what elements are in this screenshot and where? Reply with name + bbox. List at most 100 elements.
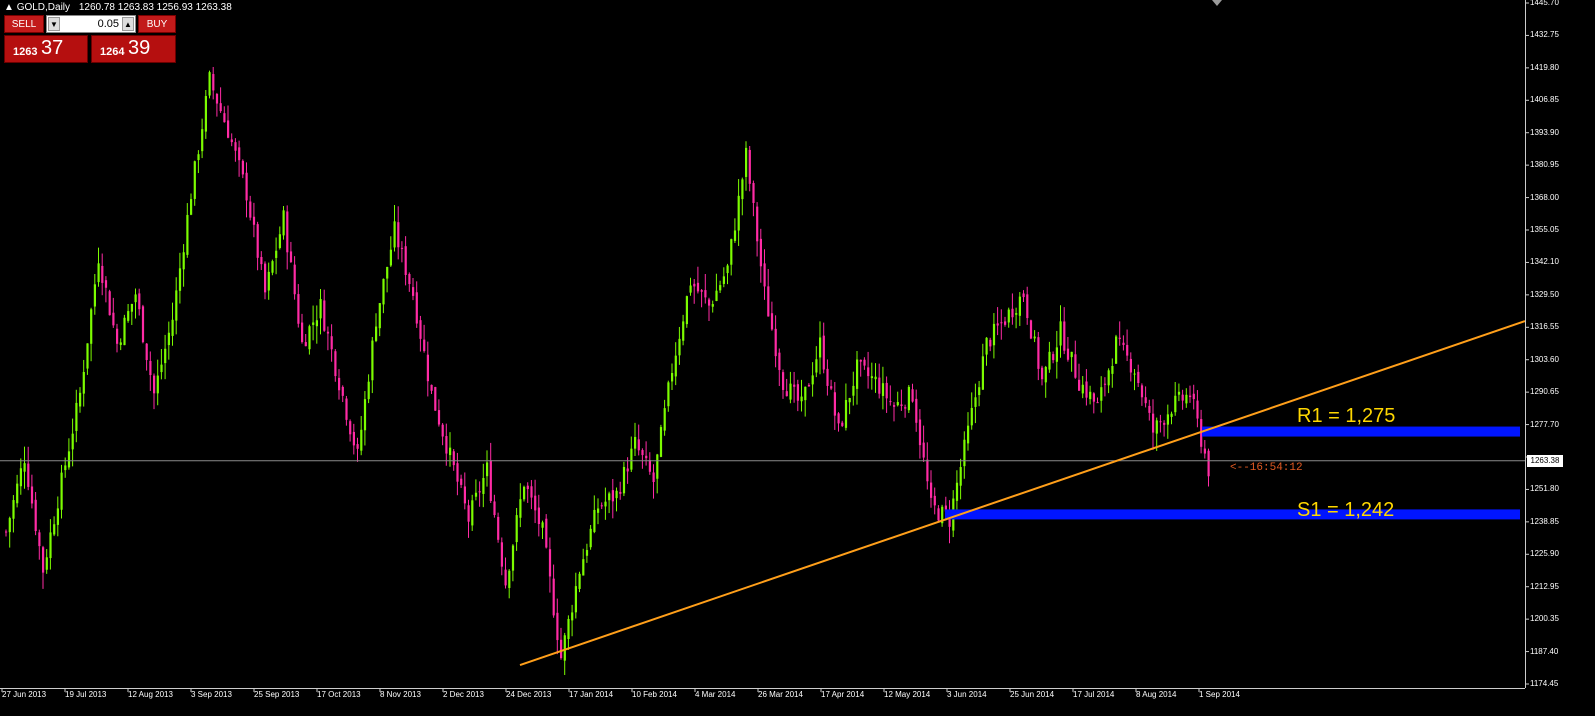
candle-body bbox=[563, 635, 566, 661]
candle-body bbox=[330, 336, 333, 350]
candle-body bbox=[926, 459, 929, 482]
candle-body bbox=[182, 252, 185, 270]
candle-body bbox=[863, 359, 866, 366]
candle-body bbox=[1052, 354, 1055, 361]
sell-button[interactable]: SELL bbox=[4, 15, 44, 33]
candle-body bbox=[378, 303, 381, 329]
candle-body bbox=[493, 501, 496, 516]
candle-body bbox=[42, 547, 45, 573]
time-tick-label: 8 Aug 2014 bbox=[1136, 690, 1177, 699]
candle-body bbox=[778, 352, 781, 371]
candle-body bbox=[667, 382, 670, 407]
candle-body bbox=[178, 268, 182, 291]
buy-button[interactable]: BUY bbox=[138, 15, 176, 33]
collapse-triangle-icon[interactable]: ▲ bbox=[4, 2, 14, 13]
time-tick-label: 17 Jul 2014 bbox=[1073, 690, 1115, 699]
candle-body bbox=[208, 72, 211, 96]
candle-body bbox=[1133, 373, 1136, 375]
candle-body bbox=[256, 224, 259, 258]
candle-body bbox=[156, 375, 159, 394]
support-zone[interactable] bbox=[945, 509, 1520, 520]
candle-body bbox=[696, 282, 700, 292]
candle-body bbox=[482, 478, 485, 494]
candle-body bbox=[119, 342, 122, 345]
candle-body bbox=[970, 407, 973, 426]
time-tick-label: 17 Jan 2014 bbox=[569, 690, 614, 699]
candle-body bbox=[212, 74, 215, 91]
candle-body bbox=[8, 518, 11, 533]
candle-body bbox=[297, 294, 300, 324]
candle-body bbox=[619, 491, 622, 494]
sell-price-button[interactable]: 1263 37 bbox=[4, 35, 88, 63]
candle-body bbox=[467, 505, 470, 522]
candle-body bbox=[530, 486, 533, 498]
candle-body bbox=[338, 377, 341, 391]
candle-body bbox=[800, 396, 803, 402]
chevron-up-icon[interactable]: ▲ bbox=[122, 17, 134, 31]
candle-body bbox=[293, 264, 296, 295]
candle-body bbox=[193, 161, 196, 199]
candle-body bbox=[260, 256, 263, 265]
candle-body bbox=[1074, 354, 1077, 378]
candle-body bbox=[64, 465, 67, 471]
price-tick-label: 1225.90 bbox=[1530, 549, 1559, 559]
candle-body bbox=[1196, 400, 1199, 419]
candle-body bbox=[807, 384, 811, 387]
candle-body bbox=[23, 463, 26, 472]
time-tick-label: 25 Sep 2013 bbox=[254, 690, 300, 699]
candle-body bbox=[215, 93, 219, 104]
price-tick-label: 1368.00 bbox=[1530, 192, 1559, 202]
price-tick-label: 1432.75 bbox=[1530, 30, 1559, 40]
candle-body bbox=[659, 427, 663, 457]
candle-body bbox=[811, 375, 814, 385]
candle-body bbox=[981, 356, 984, 390]
time-tick-label: 17 Apr 2014 bbox=[821, 690, 865, 699]
candle-body bbox=[275, 250, 278, 258]
candle-body bbox=[1174, 395, 1177, 413]
candle-body bbox=[597, 508, 600, 513]
candle-body bbox=[626, 468, 629, 472]
candle-body bbox=[1122, 342, 1125, 346]
candle-body bbox=[1092, 393, 1095, 402]
candle-body bbox=[312, 322, 315, 325]
candle-body bbox=[552, 578, 555, 616]
candle-body bbox=[1096, 402, 1099, 404]
candle-body bbox=[859, 359, 862, 362]
candle-body bbox=[456, 463, 459, 482]
candle-body bbox=[1181, 394, 1184, 401]
time-tick-label: 12 May 2014 bbox=[884, 690, 931, 699]
price-tick-label: 1329.50 bbox=[1530, 289, 1559, 299]
candle-body bbox=[545, 518, 548, 548]
candle-body bbox=[238, 147, 241, 161]
lot-size-input[interactable] bbox=[61, 16, 121, 32]
candle-body bbox=[637, 439, 640, 451]
candle-body bbox=[1063, 321, 1066, 351]
candle-body bbox=[389, 249, 392, 266]
candle-body bbox=[537, 507, 540, 525]
candle-body bbox=[715, 290, 718, 302]
price-tick-label: 1445.70 bbox=[1530, 0, 1559, 7]
candle-body bbox=[1000, 322, 1003, 324]
candle-body bbox=[852, 385, 855, 396]
candle-body bbox=[334, 351, 337, 377]
candle-body bbox=[75, 402, 78, 431]
resistance-zone[interactable] bbox=[1202, 426, 1520, 437]
candle-body bbox=[352, 431, 355, 446]
candle-body bbox=[582, 559, 585, 576]
candle-body bbox=[752, 183, 755, 203]
candle-body bbox=[326, 331, 330, 334]
price-tick-label: 1380.95 bbox=[1530, 160, 1559, 170]
candle-body bbox=[82, 372, 85, 394]
time-tick-label: 2 Dec 2013 bbox=[443, 690, 484, 699]
chevron-down-icon[interactable]: ▼ bbox=[48, 17, 60, 31]
buy-price-button[interactable]: 1264 39 bbox=[91, 35, 176, 63]
candle-body bbox=[985, 337, 988, 355]
candle-body bbox=[116, 328, 119, 344]
candle-body bbox=[870, 376, 873, 379]
candle-body bbox=[141, 306, 145, 343]
price-chart[interactable] bbox=[0, 0, 1595, 716]
candle-body bbox=[574, 586, 577, 613]
candle-body bbox=[844, 400, 848, 428]
candle-body bbox=[134, 294, 137, 303]
candle-body bbox=[445, 436, 448, 454]
